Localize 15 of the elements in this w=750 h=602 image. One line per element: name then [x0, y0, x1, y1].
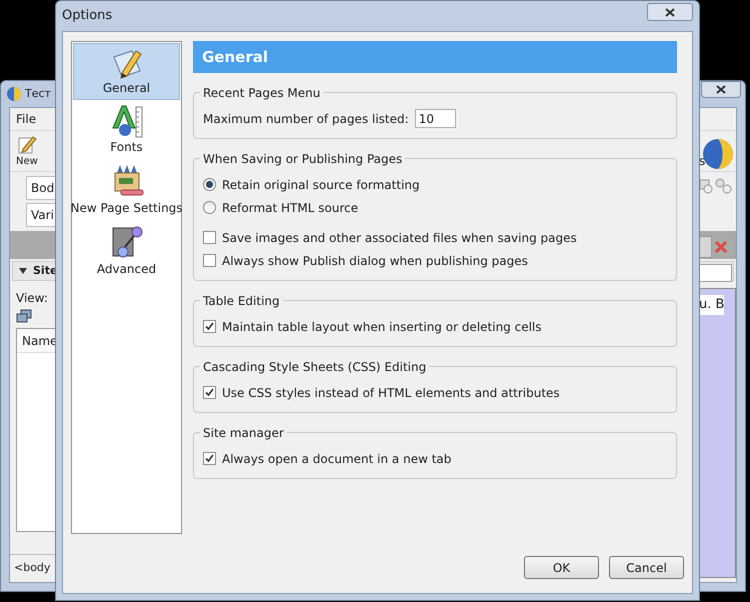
- option-label: Save images and other associated files when saving pages: [222, 230, 577, 246]
- status-bar-text: <body: [14, 560, 50, 576]
- option-label: Reformat HTML source: [222, 200, 358, 216]
- window-title: Тест: [25, 86, 51, 102]
- option-label: Use CSS styles instead of HTML elements and attributes: [222, 384, 560, 402]
- option-label: Maintain table layout when inserting or deleting cells: [222, 318, 542, 336]
- option-label: Always open a document in a new tab: [222, 450, 452, 468]
- option-label: Maximum number of pages listed:: [203, 110, 409, 128]
- view-label: View:: [16, 291, 48, 305]
- panel-header: General: [193, 41, 677, 73]
- toolbar-label: s: [699, 153, 706, 170]
- option-label: Retain original source formatting: [222, 176, 420, 194]
- dialog-title: Options: [62, 7, 112, 26]
- document-text: u. B: [699, 295, 724, 314]
- option-label: Always show Publish dialog when publishing pages: [222, 252, 528, 270]
